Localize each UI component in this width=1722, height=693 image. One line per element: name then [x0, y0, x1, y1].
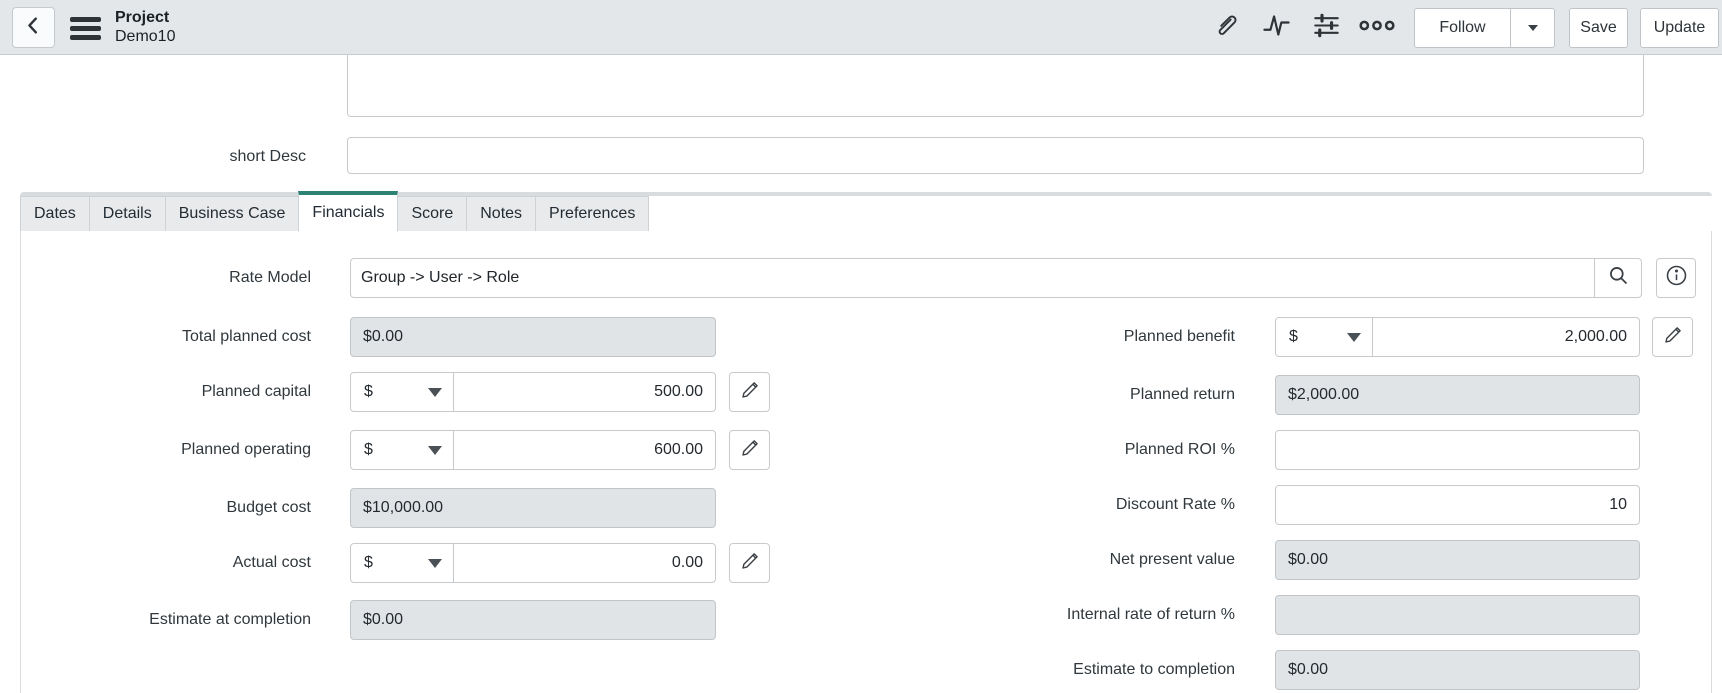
net-present-value-label: Net present value — [1109, 551, 1235, 568]
estimate-at-completion-label: Estimate at completion — [149, 611, 311, 628]
search-icon — [1608, 265, 1629, 291]
estimate-to-completion-label: Estimate to completion — [1073, 661, 1235, 678]
pencil-icon — [740, 438, 760, 463]
planned-operating-input[interactable] — [453, 430, 716, 470]
internal-rate-of-return-label: Internal rate of return % — [1066, 606, 1235, 623]
total-planned-cost-value: $0.00 — [350, 317, 716, 357]
attachment-button[interactable] — [1202, 0, 1248, 55]
budget-cost-label: Budget cost — [226, 499, 312, 516]
tab-dates[interactable]: Dates — [20, 196, 90, 232]
currency-symbol: $ — [364, 554, 373, 571]
more-options-button[interactable] — [1354, 0, 1400, 55]
tab-details[interactable]: Details — [88, 196, 166, 232]
page-title: Project — [115, 9, 170, 26]
form-tabs: Dates Details Business Case Financials S… — [20, 191, 650, 232]
project-form-page: Project Demo10 Follow Save Update short … — [0, 0, 1722, 693]
chevron-down-icon — [428, 558, 442, 568]
pulse-icon — [1262, 11, 1291, 45]
actual-cost-edit-button[interactable] — [729, 543, 770, 583]
activity-stream-button[interactable] — [1253, 0, 1299, 55]
internal-rate-of-return-value — [1275, 595, 1640, 635]
currency-symbol: $ — [364, 383, 373, 400]
back-button[interactable] — [12, 7, 55, 48]
planned-capital-input[interactable] — [453, 372, 716, 412]
rate-model-input[interactable] — [350, 258, 1595, 298]
currency-symbol: $ — [364, 441, 373, 458]
form-header: Project Demo10 Follow Save Update — [0, 0, 1722, 55]
planned-operating-label: Planned operating — [181, 441, 311, 458]
tab-preferences[interactable]: Preferences — [535, 196, 650, 232]
tab-financials[interactable]: Financials — [298, 191, 399, 232]
chevron-down-icon — [1527, 25, 1538, 31]
planned-benefit-input[interactable] — [1372, 317, 1640, 357]
context-menu-icon[interactable] — [70, 17, 101, 40]
actual-cost-input[interactable] — [453, 543, 716, 583]
planned-return-label: Planned return — [1130, 386, 1235, 403]
rate-model-lookup-button[interactable] — [1594, 258, 1642, 298]
pencil-icon — [740, 380, 760, 405]
record-name: Demo10 — [115, 28, 176, 45]
more-options-icon — [1359, 18, 1395, 38]
update-button[interactable]: Update — [1640, 8, 1719, 48]
planned-capital-edit-button[interactable] — [729, 372, 770, 412]
planned-operating-currency-select[interactable]: $ — [350, 430, 454, 470]
info-icon — [1665, 264, 1688, 292]
short-desc-label: short Desc — [229, 148, 306, 165]
chevron-down-icon — [428, 445, 442, 455]
planned-benefit-label: Planned benefit — [1123, 328, 1235, 345]
short-desc-input[interactable] — [347, 137, 1644, 174]
personalize-form-button[interactable] — [1303, 0, 1349, 55]
save-button[interactable]: Save — [1569, 8, 1628, 48]
tab-score[interactable]: Score — [397, 196, 468, 232]
tab-business-case[interactable]: Business Case — [164, 196, 300, 232]
planned-capital-currency-select[interactable]: $ — [350, 372, 454, 412]
estimate-to-completion-value: $0.00 — [1275, 650, 1640, 690]
discount-rate-input[interactable] — [1275, 485, 1640, 525]
pencil-icon — [1663, 325, 1683, 350]
chevron-left-icon — [23, 14, 45, 41]
description-textarea[interactable] — [347, 55, 1644, 117]
planned-capital-label: Planned capital — [201, 383, 311, 400]
follow-dropdown-button[interactable] — [1510, 8, 1555, 48]
chevron-down-icon — [428, 387, 442, 397]
chevron-down-icon — [1347, 332, 1361, 342]
discount-rate-label: Discount Rate % — [1115, 496, 1235, 513]
planned-benefit-currency-select[interactable]: $ — [1275, 317, 1373, 357]
net-present-value-value: $0.00 — [1275, 540, 1640, 580]
paperclip-icon — [1212, 12, 1239, 44]
planned-return-value: $2,000.00 — [1275, 375, 1640, 415]
budget-cost-value: $10,000.00 — [350, 488, 716, 528]
rate-model-label: Rate Model — [229, 269, 311, 286]
sliders-icon — [1313, 12, 1340, 44]
follow-button[interactable]: Follow — [1414, 8, 1511, 48]
estimate-at-completion-value: $0.00 — [350, 600, 716, 640]
actual-cost-label: Actual cost — [232, 554, 311, 571]
pencil-icon — [740, 551, 760, 576]
planned-benefit-edit-button[interactable] — [1652, 317, 1693, 357]
total-planned-cost-label: Total planned cost — [182, 328, 311, 345]
planned-operating-edit-button[interactable] — [729, 430, 770, 470]
rate-model-info-button[interactable] — [1656, 258, 1696, 298]
tab-notes[interactable]: Notes — [466, 196, 537, 232]
planned-roi-label: Planned ROI % — [1124, 441, 1235, 458]
actual-cost-currency-select[interactable]: $ — [350, 543, 454, 583]
currency-symbol: $ — [1289, 328, 1298, 345]
record-title: Project Demo10 — [115, 8, 175, 46]
planned-roi-input[interactable] — [1275, 430, 1640, 470]
